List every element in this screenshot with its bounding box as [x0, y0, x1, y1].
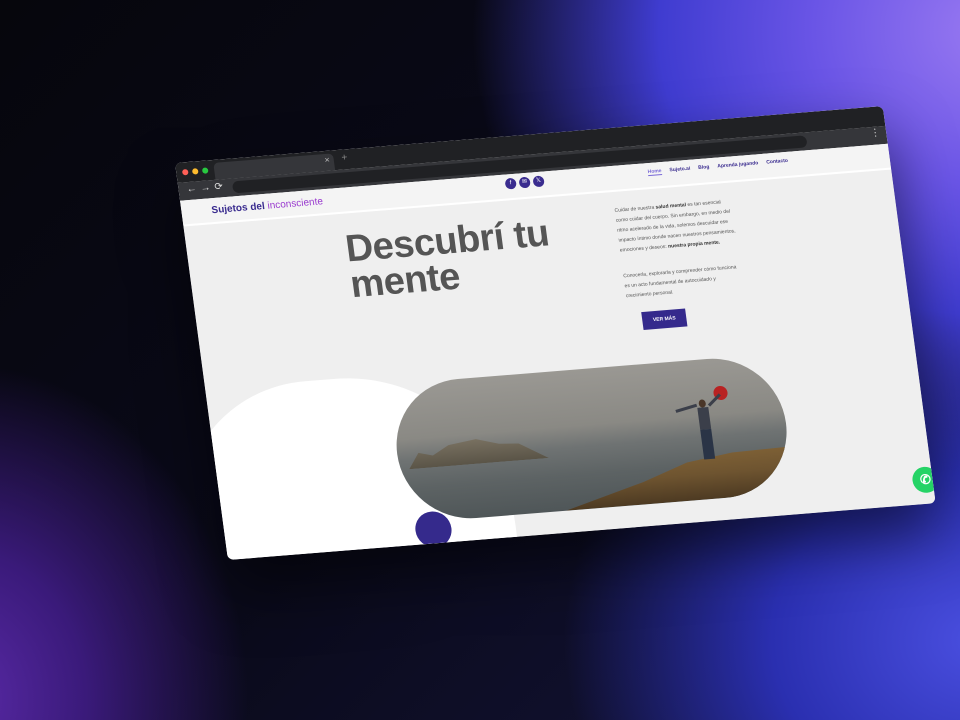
- logo-main-text: Sujetos del: [210, 200, 269, 217]
- hero-title: Descubrí tu mente: [343, 212, 555, 307]
- person-figure: [675, 385, 729, 464]
- window-controls: [181, 167, 209, 176]
- x-icon[interactable]: 𝕏: [532, 175, 545, 188]
- social-links: f ✉ 𝕏: [504, 175, 545, 190]
- paragraph-text: Cuidar de nuestra: [614, 204, 657, 214]
- cliff-shape: [557, 429, 795, 511]
- forward-icon[interactable]: →: [200, 182, 211, 194]
- browser-menu-icon[interactable]: ⋮: [870, 127, 881, 139]
- hero-title-line-2: mente: [347, 255, 463, 307]
- new-tab-icon[interactable]: +: [341, 152, 348, 163]
- tab-close-icon[interactable]: ×: [324, 155, 331, 165]
- minimize-window-button[interactable]: [191, 168, 199, 175]
- legs-shape: [700, 428, 716, 460]
- site-logo[interactable]: Sujetos del inconsciente: [211, 196, 324, 216]
- main-menu: Home Sujeto.ai Blog Aprenda jugando Cont…: [647, 158, 789, 177]
- hero-paragraph-2: Conocerla, explorarla y comprender cómo …: [622, 264, 737, 300]
- menu-item-sujeto-ai[interactable]: Sujeto.ai: [669, 166, 691, 175]
- menu-item-aprenda-jugando[interactable]: Aprenda jugando: [717, 160, 759, 170]
- arm-shape: [675, 403, 698, 413]
- island-shape: [406, 432, 549, 469]
- menu-item-contacto[interactable]: Contacto: [766, 158, 789, 167]
- whatsapp-icon[interactable]: ✆: [910, 465, 936, 494]
- facebook-icon[interactable]: f: [504, 177, 517, 190]
- ver-mas-button[interactable]: VER MÁS: [641, 308, 688, 330]
- menu-item-blog[interactable]: Blog: [698, 164, 710, 172]
- close-window-button[interactable]: [181, 168, 189, 176]
- reload-icon[interactable]: ⟳: [214, 181, 224, 193]
- paragraph-bold: salud mental: [655, 202, 687, 211]
- browser-window: × + ← → ⟳ ⋮ Sujetos del inconsciente f ✉…: [175, 106, 936, 561]
- hero-paragraph-1: Cuidar de nuestra salud mental es tan es…: [614, 196, 738, 255]
- hero-image: [387, 353, 796, 524]
- body-shape: [697, 407, 712, 430]
- paragraph-bold: nuestra propia mente.: [667, 239, 721, 250]
- website: Sujetos del inconsciente f ✉ 𝕏 Home Suje…: [180, 143, 936, 561]
- email-icon[interactable]: ✉: [518, 176, 531, 189]
- logo-accent-text: inconsciente: [266, 196, 324, 212]
- maximize-window-button[interactable]: [201, 167, 209, 174]
- menu-item-home[interactable]: Home: [647, 168, 663, 177]
- back-icon[interactable]: ←: [186, 183, 197, 195]
